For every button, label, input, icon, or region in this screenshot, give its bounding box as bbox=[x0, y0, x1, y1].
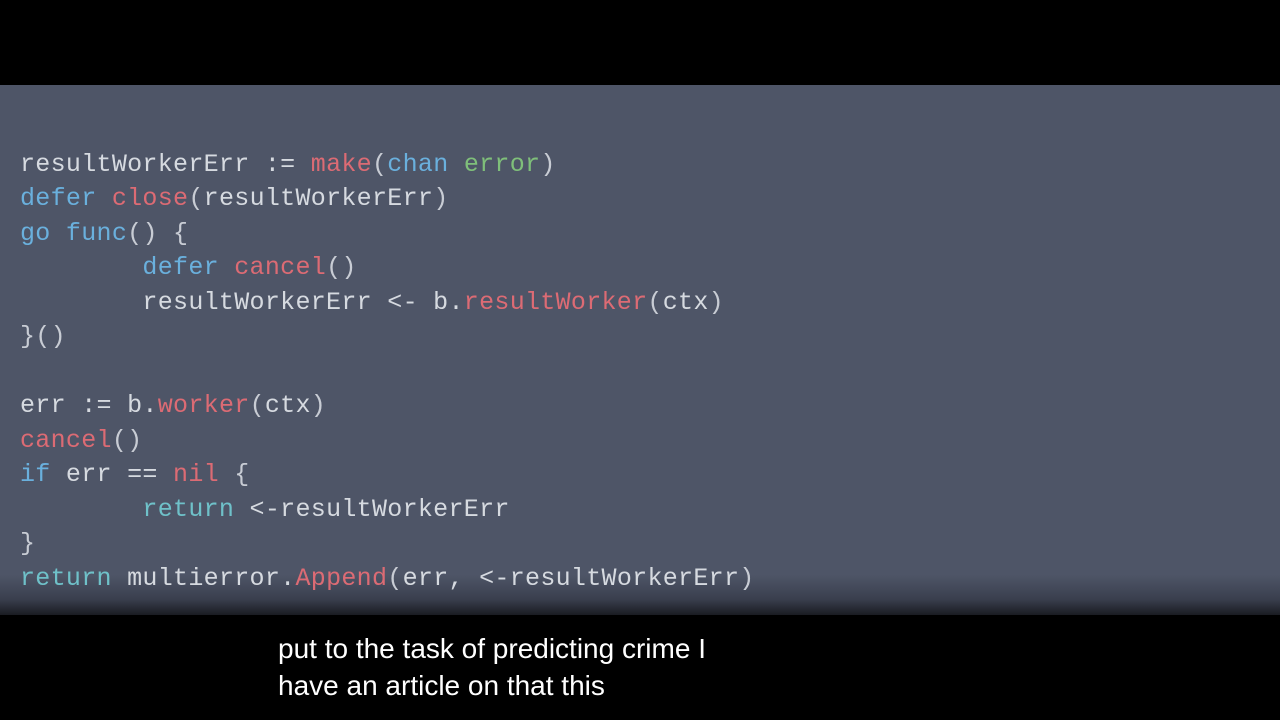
code-indent bbox=[20, 288, 142, 317]
code-paren: ) bbox=[433, 184, 448, 213]
code-space bbox=[449, 150, 464, 179]
code-operator: := bbox=[250, 150, 311, 179]
code-paren: ( bbox=[647, 288, 662, 317]
code-brace: } bbox=[20, 529, 35, 558]
code-identifier: ctx bbox=[663, 288, 709, 317]
code-keyword: chan bbox=[387, 150, 448, 179]
code-space bbox=[219, 253, 234, 282]
code-builtin: make bbox=[311, 150, 372, 179]
code-paren: () bbox=[112, 426, 143, 455]
code-paren: ( bbox=[387, 564, 402, 593]
code-text: () { bbox=[127, 219, 188, 248]
video-subtitle: put to the task of predicting crime I ha… bbox=[278, 631, 706, 704]
code-paren: ( bbox=[188, 184, 203, 213]
code-brace: { bbox=[219, 460, 250, 489]
code-indent bbox=[20, 253, 142, 282]
code-text: err := b. bbox=[20, 391, 158, 420]
code-keyword: func bbox=[66, 219, 127, 248]
code-space bbox=[51, 219, 66, 248]
code-text: <-resultWorkerErr bbox=[234, 495, 509, 524]
code-paren: () bbox=[326, 253, 357, 282]
code-text: err, <-resultWorkerErr bbox=[403, 564, 740, 593]
code-editor-content: resultWorkerErr := make(chan error) defe… bbox=[0, 85, 1280, 575]
code-paren: ( bbox=[372, 150, 387, 179]
code-keyword: defer bbox=[20, 184, 97, 213]
bottom-black-bar: put to the task of predicting crime I ha… bbox=[0, 615, 1280, 720]
code-paren: ) bbox=[540, 150, 555, 179]
code-paren: ) bbox=[709, 288, 724, 317]
code-keyword: go bbox=[20, 219, 51, 248]
code-indent bbox=[20, 495, 142, 524]
code-paren: ) bbox=[311, 391, 326, 420]
code-identifier: ctx bbox=[265, 391, 311, 420]
code-call: cancel bbox=[20, 426, 112, 455]
code-type: error bbox=[464, 150, 541, 179]
code-call: resultWorker bbox=[464, 288, 648, 317]
code-keyword: defer bbox=[142, 253, 219, 282]
code-call: Append bbox=[295, 564, 387, 593]
code-identifier: resultWorkerErr bbox=[204, 184, 434, 213]
code-literal: nil bbox=[173, 460, 219, 489]
code-call: worker bbox=[158, 391, 250, 420]
code-builtin: close bbox=[112, 184, 189, 213]
code-keyword: return bbox=[20, 564, 112, 593]
top-black-bar bbox=[0, 0, 1280, 85]
code-text: multierror. bbox=[112, 564, 296, 593]
code-identifier: resultWorkerErr bbox=[20, 150, 250, 179]
code-keyword: if bbox=[20, 460, 51, 489]
code-space bbox=[97, 184, 112, 213]
code-paren: ) bbox=[739, 564, 754, 593]
code-text: err == bbox=[51, 460, 173, 489]
code-paren: ( bbox=[250, 391, 265, 420]
code-call: cancel bbox=[234, 253, 326, 282]
code-keyword: return bbox=[142, 495, 234, 524]
code-text: }() bbox=[20, 322, 66, 351]
code-text: resultWorkerErr <- b. bbox=[142, 288, 463, 317]
